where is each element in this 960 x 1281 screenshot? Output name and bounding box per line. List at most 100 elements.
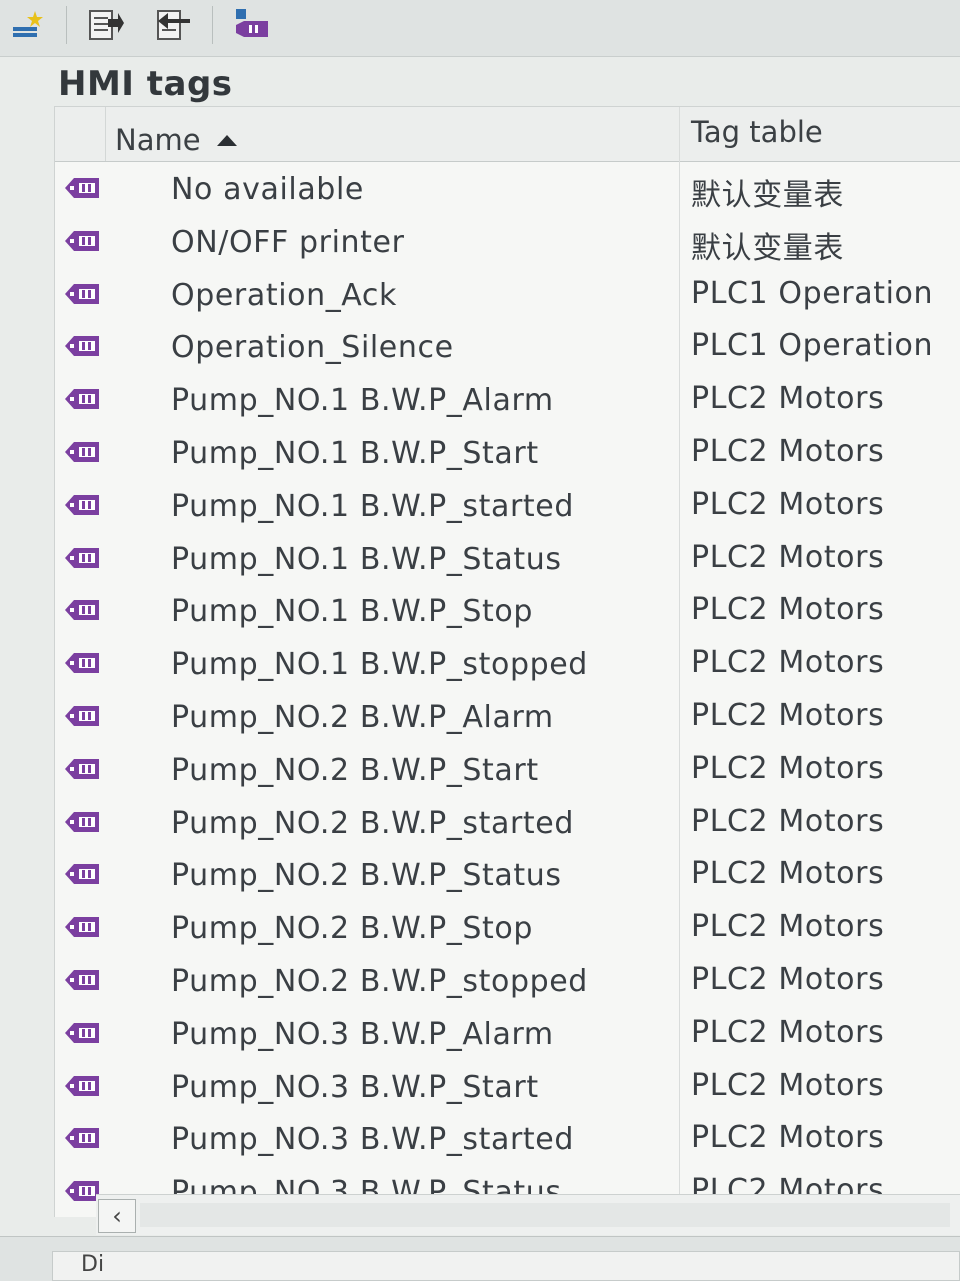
tag-table-cell[interactable]: PLC2 Motors: [691, 962, 884, 997]
tag-name-cell[interactable]: Pump_NO.1 B.W.P_Stop: [171, 594, 533, 629]
table-row[interactable]: Pump_NO.1 B.W.P_Alarm PLC2 Motors: [55, 374, 960, 427]
table-row[interactable]: Pump_NO.3 B.W.P_Start PLC2 Motors: [55, 1061, 960, 1114]
hmi-tag-icon: [65, 650, 101, 676]
hmi-tag-icon: [65, 861, 101, 887]
table-row[interactable]: No available 默认变量表: [55, 163, 960, 216]
tag-name-cell[interactable]: Pump_NO.3 B.W.P_Alarm: [171, 1017, 554, 1052]
table-header: Name Tag table: [55, 107, 960, 162]
tag-table-cell[interactable]: PLC1 Operation: [691, 276, 933, 311]
tag-properties-icon: [236, 9, 268, 37]
hmi-tag-icon: [65, 492, 101, 518]
tag-table-cell[interactable]: 默认变量表: [691, 170, 844, 214]
table-row[interactable]: Pump_NO.2 B.W.P_Alarm PLC2 Motors: [55, 691, 960, 744]
tag-name-cell[interactable]: Pump_NO.1 B.W.P_Alarm: [171, 383, 554, 418]
add-tag-button[interactable]: [8, 4, 48, 44]
tag-table-cell[interactable]: PLC2 Motors: [691, 856, 884, 891]
toolbar-separator: [212, 6, 213, 44]
table-row[interactable]: Pump_NO.1 B.W.P_stopped PLC2 Motors: [55, 638, 960, 691]
toolbar-separator: [66, 6, 67, 44]
tag-table-cell[interactable]: PLC2 Motors: [691, 540, 884, 575]
chevron-left-icon: ‹: [112, 1202, 122, 1230]
bottom-panel: Di: [0, 1236, 960, 1281]
tag-table-cell[interactable]: PLC1 Operation: [691, 328, 933, 363]
hmi-tag-icon: [65, 756, 101, 782]
tag-table-cell[interactable]: PLC2 Motors: [691, 804, 884, 839]
hmi-tag-icon: [65, 545, 101, 571]
column-header-tag-table[interactable]: Tag table: [691, 115, 823, 149]
tag-name-cell[interactable]: Pump_NO.2 B.W.P_Stop: [171, 911, 533, 946]
table-row[interactable]: Pump_NO.2 B.W.P_Status PLC2 Motors: [55, 849, 960, 902]
bottom-panel-tab[interactable]: Di: [52, 1251, 960, 1281]
tag-name-cell[interactable]: Pump_NO.2 B.W.P_Status: [171, 858, 562, 893]
tag-name-cell[interactable]: Operation_Ack: [171, 278, 397, 313]
table-row[interactable]: Pump_NO.2 B.W.P_started PLC2 Motors: [55, 797, 960, 850]
tag-name-cell[interactable]: Pump_NO.1 B.W.P_stopped: [171, 647, 588, 682]
tag-name-cell[interactable]: Pump_NO.2 B.W.P_Alarm: [171, 700, 554, 735]
tag-name-cell[interactable]: Pump_NO.1 B.W.P_started: [171, 489, 574, 524]
tag-name-cell[interactable]: ON/OFF printer: [171, 225, 405, 260]
tag-table-cell[interactable]: PLC2 Motors: [691, 698, 884, 733]
import-icon: [157, 10, 190, 40]
hmi-tag-icon: [65, 281, 101, 307]
tag-table-cell[interactable]: PLC2 Motors: [691, 1015, 884, 1050]
hmi-tags-table: Name Tag table No available 默认变量表 ON/OFF p…: [54, 106, 960, 1217]
toolbar: [0, 0, 960, 57]
tag-name-cell[interactable]: Operation_Silence: [171, 330, 454, 365]
tag-name-cell[interactable]: Pump_NO.1 B.W.P_Start: [171, 436, 539, 471]
table-row[interactable]: Pump_NO.2 B.W.P_Start PLC2 Motors: [55, 744, 960, 797]
scroll-track[interactable]: [140, 1203, 950, 1227]
sort-ascending-icon: [216, 134, 237, 146]
tag-table-cell[interactable]: PLC2 Motors: [691, 1120, 884, 1155]
tag-table-cell[interactable]: PLC2 Motors: [691, 381, 884, 416]
tag-table-cell[interactable]: PLC2 Motors: [691, 1068, 884, 1103]
tag-table-cell[interactable]: PLC2 Motors: [691, 751, 884, 786]
hmi-tag-icon: [65, 1073, 101, 1099]
tag-table-cell[interactable]: PLC2 Motors: [691, 487, 884, 522]
tag-table-cell[interactable]: 默认变量表: [691, 223, 844, 267]
hmi-tag-icon: [65, 175, 101, 201]
tag-table-cell[interactable]: PLC2 Motors: [691, 645, 884, 680]
scroll-left-button[interactable]: ‹: [98, 1199, 136, 1233]
table-row[interactable]: Pump_NO.2 B.W.P_Stop PLC2 Motors: [55, 902, 960, 955]
export-button[interactable]: [86, 4, 126, 44]
add-tag-icon: [13, 11, 43, 37]
table-row[interactable]: Pump_NO.3 B.W.P_Alarm PLC2 Motors: [55, 1008, 960, 1061]
export-icon: [89, 10, 124, 40]
hmi-tag-icon: [65, 439, 101, 465]
tag-table-cell[interactable]: PLC2 Motors: [691, 592, 884, 627]
tag-name-cell[interactable]: Pump_NO.1 B.W.P_Status: [171, 542, 562, 577]
tag-table-cell[interactable]: PLC2 Motors: [691, 909, 884, 944]
hmi-tag-icon: [65, 1020, 101, 1046]
tag-name-cell[interactable]: Pump_NO.3 B.W.P_started: [171, 1122, 574, 1157]
table-row[interactable]: Pump_NO.1 B.W.P_Start PLC2 Motors: [55, 427, 960, 480]
tag-name-cell[interactable]: Pump_NO.2 B.W.P_started: [171, 806, 574, 841]
import-button[interactable]: [152, 4, 192, 44]
hmi-tag-icon: [65, 809, 101, 835]
hmi-tag-icon: [65, 228, 101, 254]
table-row[interactable]: ON/OFF printer 默认变量表: [55, 216, 960, 269]
table-row[interactable]: Pump_NO.2 B.W.P_stopped PLC2 Motors: [55, 955, 960, 1008]
header-select-all[interactable]: [55, 107, 106, 161]
hmi-tag-icon: [65, 967, 101, 993]
table-body: No available 默认变量表 ON/OFF printer 默认变量表 Oper…: [55, 163, 960, 1219]
tag-name-cell[interactable]: Pump_NO.2 B.W.P_Start: [171, 753, 539, 788]
table-row[interactable]: Pump_NO.1 B.W.P_Status PLC2 Motors: [55, 533, 960, 586]
tag-name-cell[interactable]: Pump_NO.2 B.W.P_stopped: [171, 964, 588, 999]
hmi-tag-icon: [65, 597, 101, 623]
column-header-name-label: Name: [115, 123, 201, 157]
tag-name-cell[interactable]: No available: [171, 172, 364, 207]
tag-table-cell[interactable]: PLC2 Motors: [691, 434, 884, 469]
table-row[interactable]: Pump_NO.1 B.W.P_Stop PLC2 Motors: [55, 585, 960, 638]
table-row[interactable]: Pump_NO.3 B.W.P_started PLC2 Motors: [55, 1113, 960, 1166]
hmi-tag-icon: [65, 333, 101, 359]
column-header-name[interactable]: Name: [115, 123, 237, 157]
hmi-tag-icon: [65, 914, 101, 940]
table-row[interactable]: Operation_Silence PLC1 Operation: [55, 321, 960, 374]
panel-title: HMI tags: [58, 64, 233, 104]
tag-properties-button[interactable]: [232, 4, 272, 44]
hmi-tag-icon: [65, 703, 101, 729]
table-row[interactable]: Pump_NO.1 B.W.P_started PLC2 Motors: [55, 480, 960, 533]
horizontal-scrollbar[interactable]: ‹: [96, 1194, 960, 1235]
tag-name-cell[interactable]: Pump_NO.3 B.W.P_Start: [171, 1070, 539, 1105]
table-row[interactable]: Operation_Ack PLC1 Operation: [55, 269, 960, 322]
